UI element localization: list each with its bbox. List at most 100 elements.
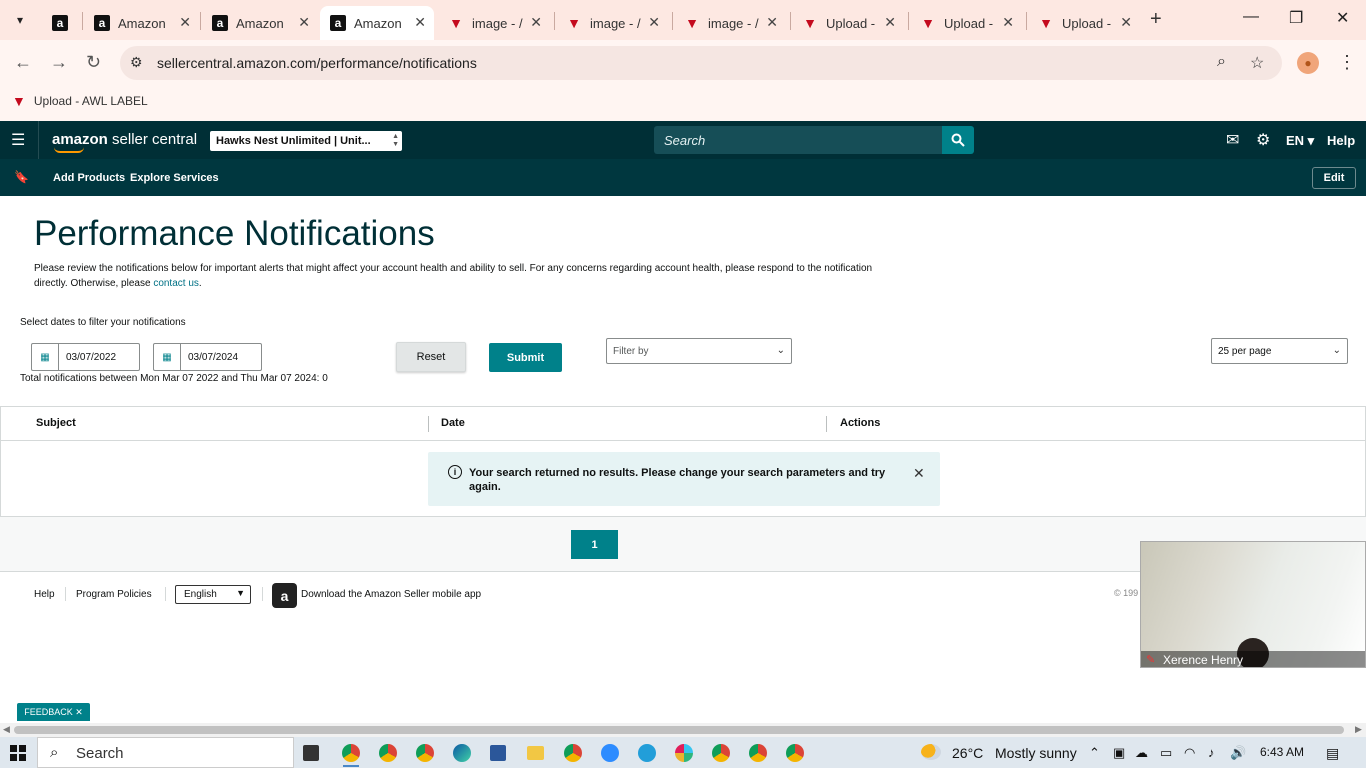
bookmark-upload-awl[interactable]: ▼ Upload - AWL LABEL [12, 93, 148, 109]
chrome-icon[interactable] [379, 744, 397, 762]
tab-upload-1[interactable]: ▼ Upload - ✕ [792, 6, 904, 40]
windows-start-icon[interactable] [10, 745, 26, 761]
weather-icon[interactable] [921, 744, 941, 760]
slack-icon[interactable] [675, 744, 693, 762]
tab-image-2[interactable]: ▼ image - / ✕ [556, 6, 668, 40]
edit-button[interactable]: Edit [1312, 167, 1356, 189]
start-date-field[interactable]: ▦ 03/07/2022 [31, 343, 140, 371]
tab-amazon-active[interactable]: a Amazon ✕ [320, 6, 434, 40]
cloud-icon[interactable]: ☁ [1135, 745, 1148, 761]
close-icon[interactable]: ✕ [530, 14, 542, 31]
download-app-link[interactable]: Download the Amazon Seller mobile app [301, 589, 481, 600]
filter-by-select[interactable]: Filter by ⌄ [606, 338, 792, 364]
scroll-left-icon[interactable]: ◀ [3, 724, 10, 735]
battery-icon[interactable]: ▭ [1160, 745, 1172, 761]
column-header-subject[interactable]: Subject [36, 417, 76, 429]
calendar-icon[interactable]: ▦ [32, 344, 59, 370]
tab-search-button[interactable]: ▾ [8, 8, 32, 32]
seller-central-logo[interactable]: amazon seller central [52, 131, 197, 153]
new-tab-button[interactable]: + [1150, 8, 1162, 31]
temperature[interactable]: 26°C [952, 745, 983, 761]
column-header-date[interactable]: Date [441, 417, 465, 429]
page-button-current[interactable]: 1 [571, 530, 618, 559]
scroll-right-icon[interactable]: ▶ [1355, 724, 1362, 735]
footer-language-select[interactable]: English ▼ [175, 585, 251, 604]
scrollbar-thumb[interactable] [14, 726, 1344, 734]
chrome-icon[interactable] [786, 744, 804, 762]
add-products-link[interactable]: Add Products [53, 172, 125, 184]
site-settings-icon[interactable]: ⚙ [130, 54, 143, 71]
window-close-icon[interactable]: ✕ [1336, 8, 1349, 28]
zoom-icon[interactable]: ⌕ [1217, 53, 1226, 71]
close-icon[interactable]: ✕ [75, 707, 83, 718]
back-arrow-icon[interactable]: ← [14, 52, 32, 73]
explore-services-link[interactable]: Explore Services [130, 172, 219, 184]
amazon-app-icon[interactable]: a [272, 583, 297, 608]
task-view-icon[interactable] [303, 745, 319, 761]
close-icon[interactable]: ✕ [414, 14, 426, 31]
per-page-select[interactable]: 25 per page ⌄ [1211, 338, 1348, 364]
file-explorer-icon[interactable] [527, 746, 544, 760]
weather-text[interactable]: Mostly sunny [995, 745, 1077, 761]
forward-arrow-icon[interactable]: → [50, 52, 68, 73]
help-link[interactable]: Help [1327, 133, 1355, 148]
close-icon[interactable]: ✕ [766, 14, 778, 31]
submit-button[interactable]: Submit [489, 343, 562, 372]
reload-icon[interactable]: ↻ [86, 52, 101, 73]
tab-upload-3[interactable]: ▼ Upload - ✕ [1028, 6, 1140, 40]
address-bar[interactable]: ⚙ sellercentral.amazon.com/performance/n… [120, 46, 1282, 80]
close-icon[interactable]: ✕ [648, 14, 660, 31]
close-icon[interactable]: ✕ [1120, 14, 1132, 31]
tab-amazon-1[interactable]: a Amazon ✕ [84, 6, 199, 40]
telegram-icon[interactable] [638, 744, 656, 762]
meet-now-icon[interactable]: ▣ [1113, 745, 1125, 761]
taskbar-search[interactable]: ⌕ Search [37, 737, 294, 768]
tab-amazon-2[interactable]: a Amazon ✕ [202, 6, 318, 40]
language-menu[interactable]: EN ▾ [1286, 133, 1314, 149]
contact-us-link[interactable]: contact us [153, 278, 199, 289]
chrome-icon[interactable] [749, 744, 767, 762]
tab-amazon-pinned[interactable]: a [42, 6, 82, 40]
star-icon[interactable]: ☆ [1250, 53, 1264, 73]
footer-help-link[interactable]: Help [34, 589, 55, 600]
chrome-icon[interactable] [712, 744, 730, 762]
program-policies-link[interactable]: Program Policies [76, 589, 152, 600]
store-icon[interactable] [490, 745, 506, 761]
chrome-icon[interactable] [416, 744, 434, 762]
mail-icon[interactable]: ✉ [1226, 130, 1239, 150]
horizontal-scrollbar[interactable]: ◀ ▶ [0, 723, 1366, 737]
chevron-up-icon[interactable]: ⌃ [1089, 745, 1100, 761]
microphone-icon[interactable]: ♪ [1208, 745, 1215, 760]
gear-icon[interactable]: ⚙ [1256, 130, 1270, 150]
wifi-icon[interactable]: ◠ [1184, 745, 1195, 761]
restore-icon[interactable]: ❐ [1289, 8, 1303, 28]
search-input[interactable]: Search [654, 126, 942, 154]
chrome-icon[interactable] [342, 744, 360, 762]
end-date-field[interactable]: ▦ 03/07/2024 [153, 343, 262, 371]
hamburger-menu-icon[interactable]: ☰ [11, 130, 25, 150]
video-call-overlay[interactable]: ✎ Xerence Henry [1140, 541, 1366, 668]
tab-image-1[interactable]: ▼ image - / ✕ [438, 6, 550, 40]
chrome-icon[interactable] [564, 744, 582, 762]
account-switcher[interactable]: Hawks Nest Unlimited | Unit... ▲ ▼ [210, 131, 402, 151]
menu-kebab-icon[interactable]: ⋮ [1338, 52, 1356, 73]
close-icon[interactable]: ✕ [913, 465, 925, 482]
profile-avatar-icon[interactable]: ● [1297, 52, 1319, 74]
tab-upload-2[interactable]: ▼ Upload - ✕ [910, 6, 1022, 40]
clock-time[interactable]: 6:43 AM [1260, 745, 1304, 759]
close-icon[interactable]: ✕ [884, 14, 896, 31]
close-icon[interactable]: ✕ [298, 14, 310, 31]
reset-button[interactable]: Reset [396, 342, 466, 372]
close-icon[interactable]: ✕ [179, 14, 191, 31]
tab-image-3[interactable]: ▼ image - / ✕ [674, 6, 786, 40]
edge-icon[interactable] [453, 744, 471, 762]
volume-icon[interactable]: 🔊 [1230, 745, 1246, 761]
bookmark-icon[interactable]: 🔖 [14, 170, 29, 184]
minimize-icon[interactable]: — [1243, 8, 1259, 26]
close-icon[interactable]: ✕ [1002, 14, 1014, 31]
search-button[interactable] [942, 126, 974, 154]
feedback-button[interactable]: FEEDBACK ✕ [17, 703, 90, 721]
notification-icon[interactable]: ▤ [1326, 745, 1339, 762]
calendar-icon[interactable]: ▦ [154, 344, 181, 370]
zoom-app-icon[interactable] [601, 744, 619, 762]
